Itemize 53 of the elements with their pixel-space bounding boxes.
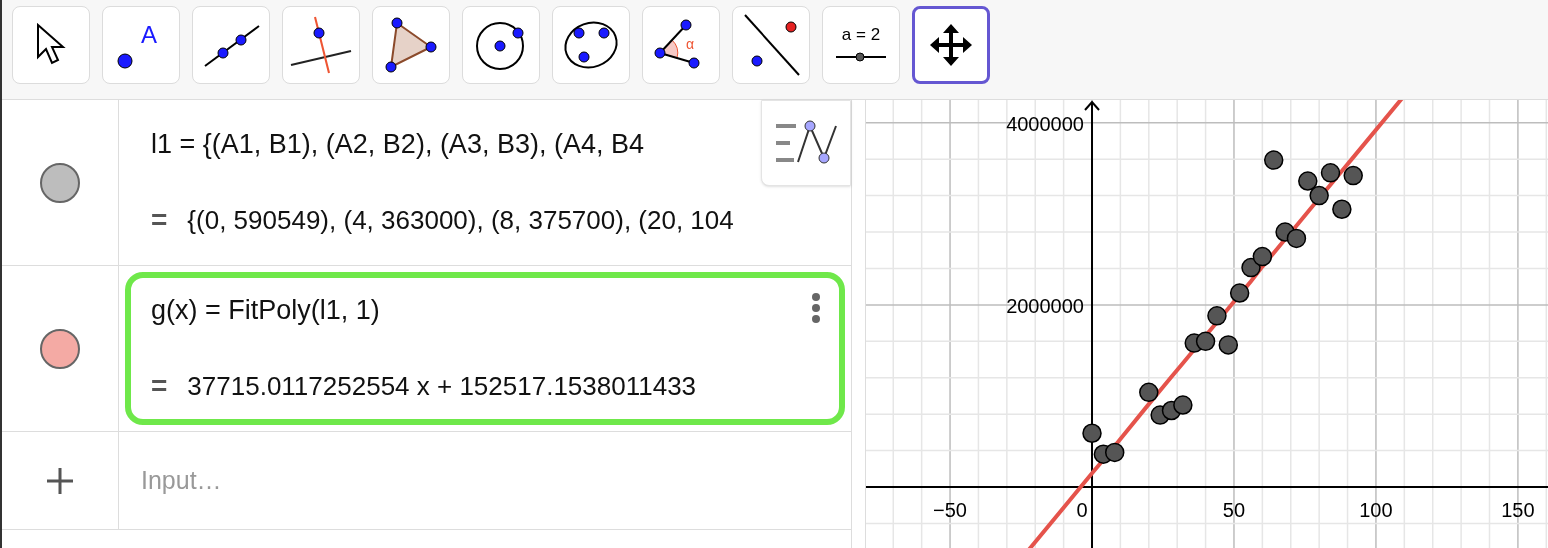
slider-label: a = 2 [841, 25, 881, 44]
data-point[interactable] [1104, 442, 1125, 463]
data-point[interactable] [1195, 331, 1216, 352]
tool-button[interactable] [912, 6, 990, 84]
visibility-toggle[interactable] [40, 328, 80, 369]
point-label: A [141, 21, 157, 48]
reflect-icon [741, 13, 801, 77]
data-point[interactable] [1241, 257, 1261, 278]
data-point[interactable] [1309, 185, 1329, 206]
data-point[interactable] [1320, 163, 1341, 183]
tool-button[interactable]: a = 2 [822, 6, 900, 84]
tool-button[interactable]: A [102, 6, 180, 84]
tool-button[interactable]: α [642, 6, 720, 84]
slider-icon [835, 52, 887, 62]
add-icon[interactable] [45, 465, 75, 496]
tick-label: −50 [933, 499, 967, 521]
visibility-toggle[interactable] [40, 162, 80, 203]
data-point[interactable] [1082, 423, 1102, 443]
equals-sign: = [151, 369, 168, 403]
data-point[interactable] [1252, 246, 1273, 267]
angle-label: α [686, 36, 695, 52]
more-options-icon[interactable] [811, 292, 821, 324]
data-point[interactable] [1343, 165, 1363, 186]
data-point[interactable] [1139, 382, 1159, 403]
pointer-icon [36, 23, 66, 67]
data-point[interactable] [1218, 335, 1239, 355]
value-text: {(0, 590549), (4, 363000), (8, 375700), (20, 104 [187, 203, 734, 237]
data-point[interactable] [1173, 395, 1193, 415]
value-text: 37715.0117252554 x + 152517.1538011433 [187, 369, 697, 403]
perpendicular-line-icon [289, 15, 353, 75]
algebra-graph-icon [774, 120, 838, 166]
triangle-icon [385, 17, 437, 73]
tick-label: 0 [1076, 499, 1088, 521]
selected-entry[interactable]: g(x) = FitPoly(l1, 1) = 37715.0117252554 x + 152517.1538011433 [125, 272, 845, 425]
tick-label: 150 [1501, 499, 1535, 521]
graphics-view[interactable]: −50 0 50 100 150 2000000 4000000 [866, 100, 1548, 548]
data-point[interactable] [1332, 199, 1352, 219]
ellipse-icon [562, 19, 620, 71]
tick-label: 4000000 [1006, 112, 1084, 135]
data-point[interactable] [1286, 228, 1307, 249]
style-bar-button[interactable] [761, 100, 851, 186]
data-point[interactable] [1298, 171, 1318, 191]
tick-label: 2000000 [1006, 294, 1084, 317]
data-point[interactable] [1229, 283, 1250, 303]
equals-sign: = [151, 203, 168, 237]
angle-icon [654, 19, 700, 69]
definition-text: g(x) = FitPoly(l1, 1) [151, 294, 380, 327]
data-point[interactable] [1207, 306, 1227, 326]
tick-label: 100 [1359, 499, 1393, 521]
tick-label: 50 [1222, 499, 1246, 521]
move-icon [928, 22, 974, 68]
definition-text: l1 = {(A1, B1), (A2, B2), (A3, B3), (A4, B4 [151, 128, 644, 161]
data-point[interactable] [1263, 150, 1284, 170]
